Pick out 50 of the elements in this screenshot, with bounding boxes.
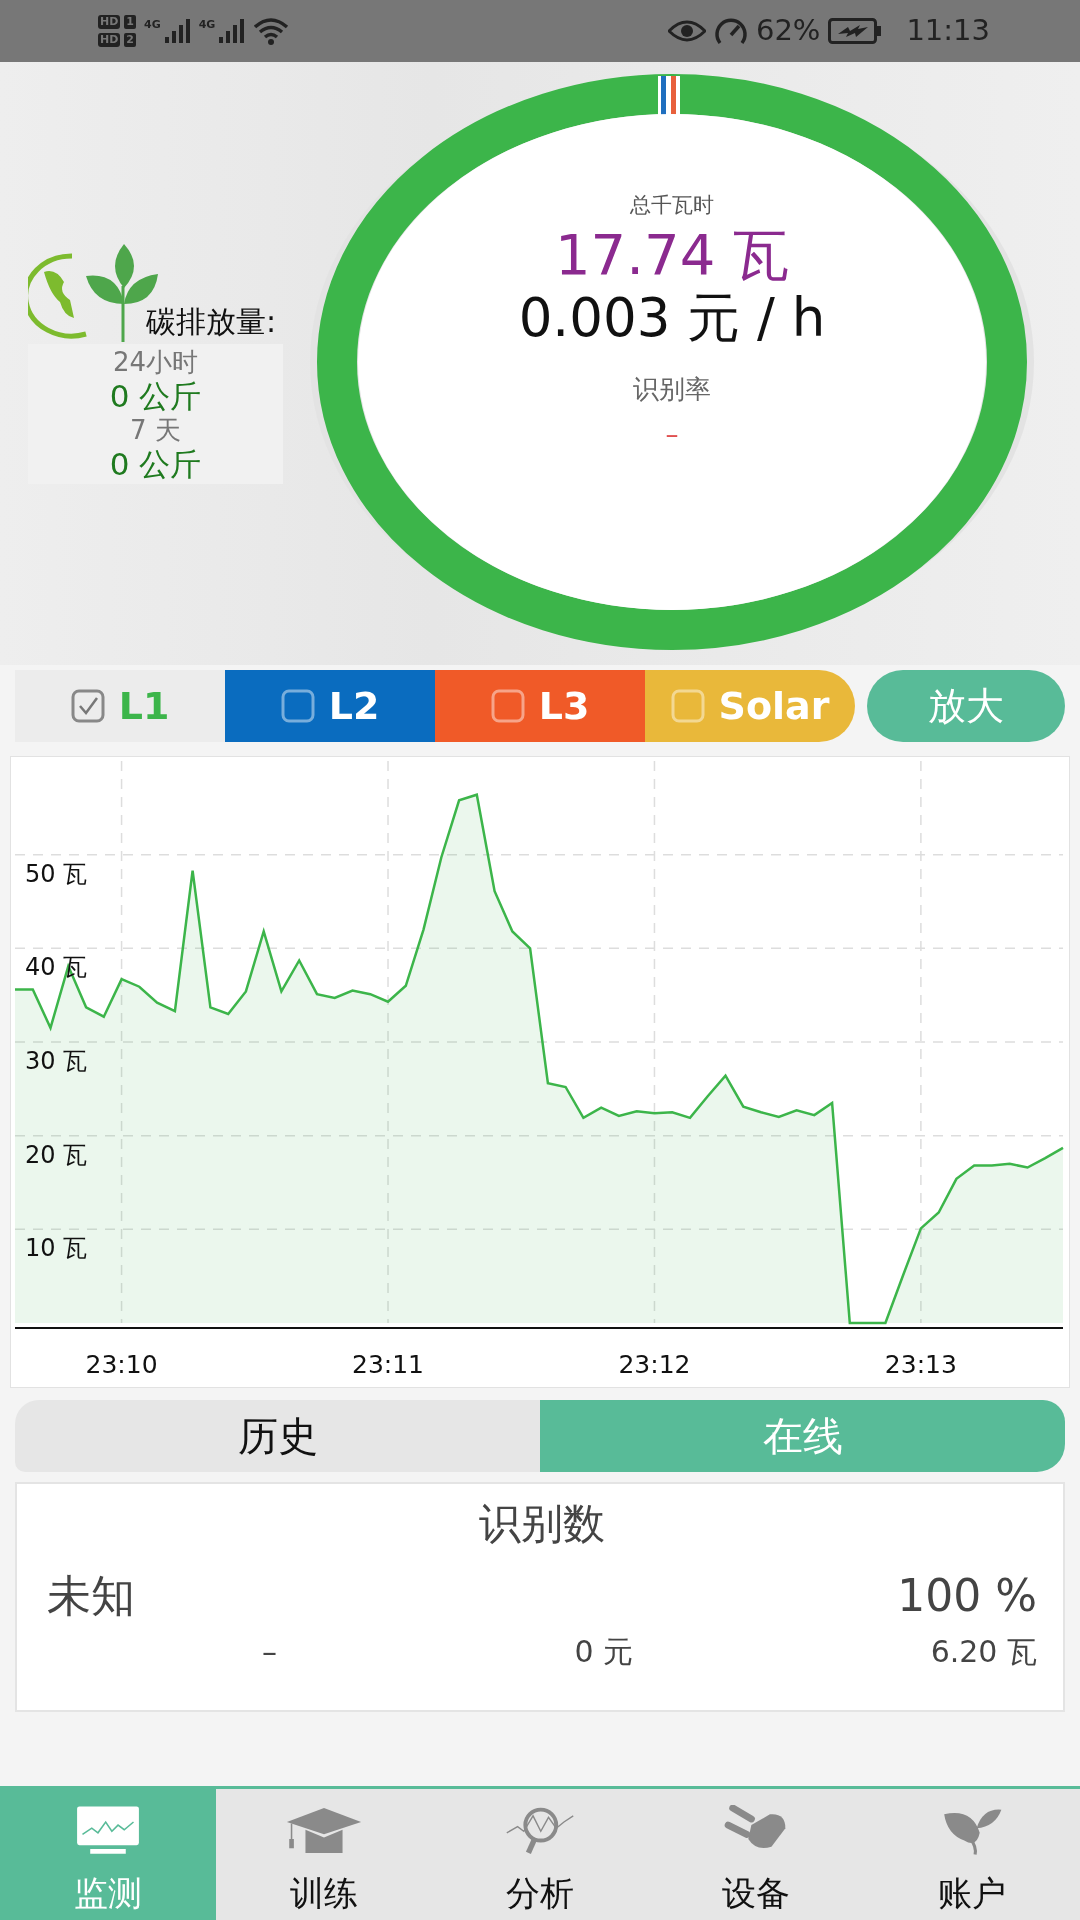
checkbox-icon — [490, 689, 525, 723]
mode-tab[interactable]: 历史 — [15, 1400, 540, 1472]
recognition-rate-label: 识别率 — [632, 372, 712, 406]
share-percentage: 100 % — [897, 1569, 1037, 1623]
x-axis-label: 23:11 — [352, 1350, 425, 1379]
device-cost: 0 元 — [574, 1633, 634, 1671]
hd-indicator: HD — [98, 15, 121, 29]
emission-value: 0 公斤 — [108, 378, 203, 414]
emission-value: 0 公斤 — [108, 446, 203, 482]
battery-percentage: 62% — [755, 12, 821, 50]
nav-tab[interactable]: 训练 — [216, 1789, 432, 1920]
checkbox-icon — [280, 689, 315, 723]
signal-icon — [219, 19, 246, 43]
nav-tab[interactable]: 设备 — [648, 1789, 864, 1920]
signal-icon — [164, 19, 191, 43]
x-axis-label: 23:10 — [85, 1350, 158, 1379]
y-axis-label: 30 瓦 — [25, 1047, 88, 1075]
phase-toggle[interactable]: L3 — [435, 670, 645, 742]
phase-toggle[interactable]: L2 — [225, 670, 435, 742]
device-name: 未知 — [47, 1569, 135, 1623]
battery-charging-icon — [828, 18, 883, 44]
recognition-rate-value: – — [664, 417, 680, 451]
card-title: 识别数 — [478, 1498, 606, 1550]
x-axis-label: 23:13 — [884, 1350, 957, 1379]
period-label: 24小时 — [111, 346, 200, 378]
device-power: 6.20 瓦 — [930, 1633, 1037, 1671]
carbon-emission-label: 碳排放量: — [146, 303, 277, 341]
network-type: 4G — [144, 19, 161, 31]
sim-slot-indicator: 1 — [124, 15, 136, 29]
clock-time: 11:13 — [906, 12, 990, 50]
eye-icon — [667, 19, 706, 43]
sim-slot-indicator: 2 — [124, 33, 136, 47]
y-axis-label: 50 瓦 — [25, 859, 88, 888]
x-axis-label: 23:12 — [618, 1350, 691, 1379]
hd-indicator: HD — [98, 33, 121, 47]
cost-rate: 0.003 元 / h — [517, 287, 827, 348]
nav-tab[interactable]: 分析 — [432, 1789, 648, 1920]
y-axis-label: 40 瓦 — [25, 953, 88, 982]
period-label: 7 天 — [129, 414, 182, 446]
nav-tab[interactable]: 账户 — [864, 1789, 1080, 1920]
device-value: – — [262, 1633, 277, 1671]
speedometer-icon — [713, 17, 748, 45]
network-type: 4G — [198, 19, 216, 31]
y-axis-label: 10 瓦 — [25, 1234, 88, 1263]
checked-checkbox-icon — [70, 689, 105, 723]
wifi-icon — [253, 17, 290, 45]
power-value: 17.74 瓦 — [553, 221, 791, 288]
y-axis-label: 20 瓦 — [25, 1140, 88, 1169]
gauge-caption: 总千瓦时 — [629, 192, 715, 219]
checkbox-icon — [670, 689, 705, 723]
